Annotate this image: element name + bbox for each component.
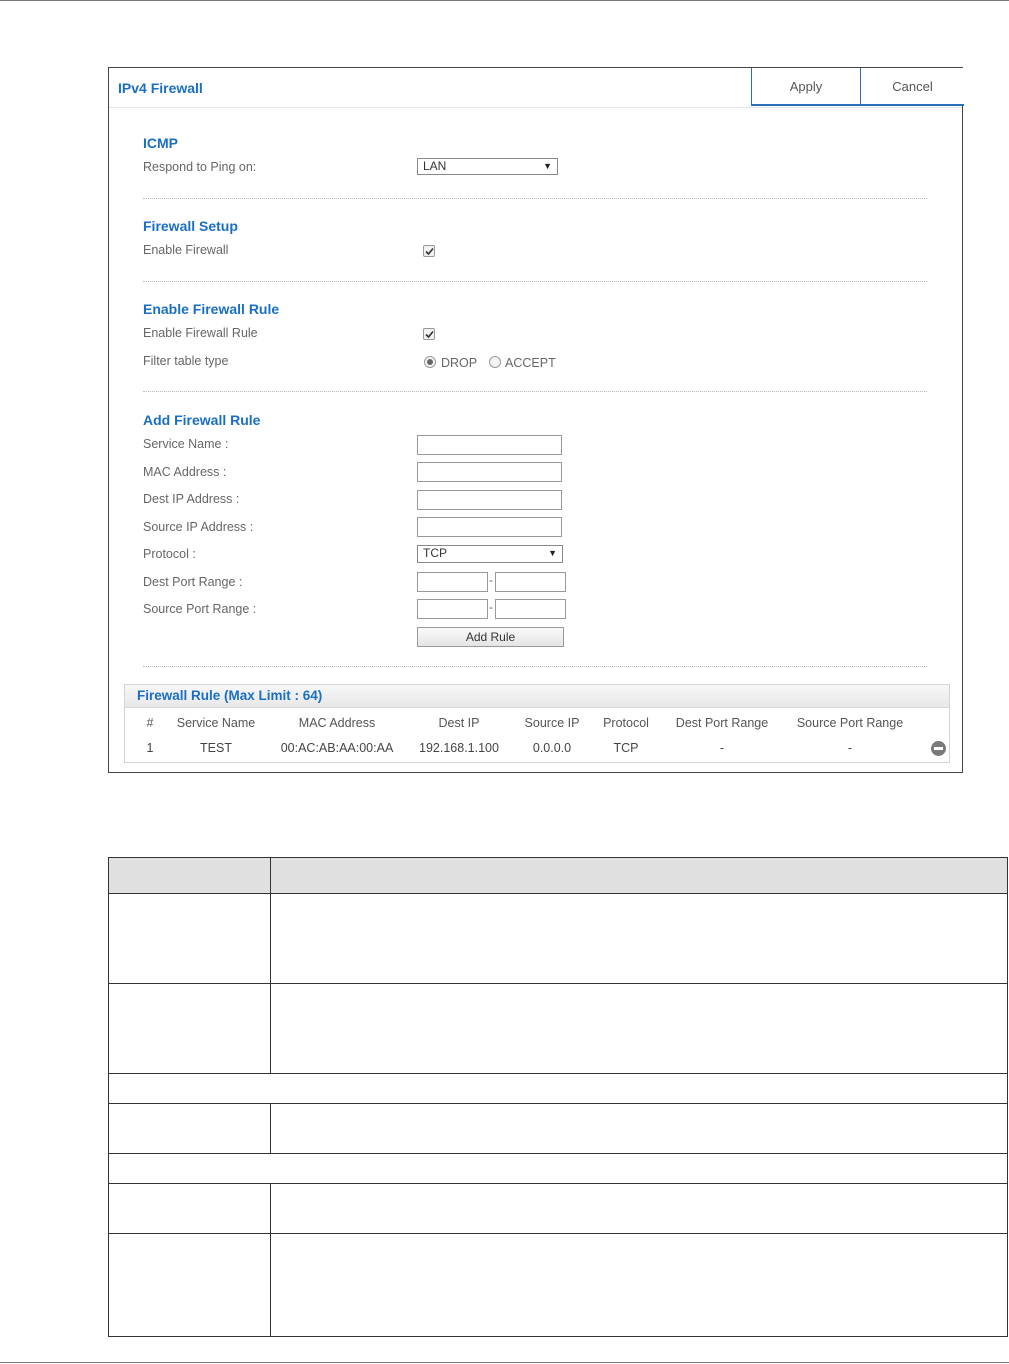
- table-row: [108, 893, 1008, 984]
- range-separator: -: [489, 600, 493, 614]
- column-header-source-ip: Source IP: [524, 716, 580, 730]
- checkmark-icon: [425, 247, 434, 256]
- column-header-source-port-range: Source Port Range: [796, 716, 904, 730]
- table-cell: [108, 1233, 271, 1337]
- enable-firewall-checkbox[interactable]: [423, 245, 435, 257]
- section-divider: [143, 198, 927, 199]
- column-header-dest-ip: Dest IP: [438, 716, 480, 730]
- icmp-heading: ICMP: [143, 135, 178, 151]
- table-cell: [270, 1103, 1008, 1154]
- remove-rule-icon[interactable]: [931, 741, 946, 756]
- cell-dest-ip: 192.168.1.100: [419, 741, 499, 755]
- add-rule-button[interactable]: Add Rule: [417, 627, 564, 647]
- field-description-table: [108, 857, 1008, 1337]
- cell-source-ip: 0.0.0.0: [532, 741, 572, 755]
- table-cell: [270, 893, 1008, 984]
- source-port-end-input[interactable]: [495, 599, 566, 619]
- table-section-row: [108, 1073, 1008, 1104]
- table-header-cell: [108, 857, 271, 894]
- header-divider: [109, 107, 962, 108]
- dest-ip-input[interactable]: [417, 490, 562, 510]
- column-header-service-name: Service Name: [176, 716, 256, 730]
- protocol-select[interactable]: TCP ▼: [417, 545, 563, 563]
- table-cell: [108, 1103, 271, 1154]
- page-top-rule: [0, 0, 1009, 1]
- table-row: [108, 983, 1008, 1074]
- dest-port-range-label: Dest Port Range :: [143, 575, 243, 589]
- source-ip-label: Source IP Address :: [143, 520, 254, 534]
- table-row: [108, 1103, 1008, 1154]
- accept-radio[interactable]: [489, 356, 501, 368]
- table-cell: [108, 1183, 271, 1234]
- table-header-cell: [270, 857, 1008, 894]
- checkmark-icon: [425, 330, 434, 339]
- enable-firewall-rule-checkbox[interactable]: [423, 328, 435, 340]
- section-divider: [143, 391, 927, 392]
- table-header-row: [108, 857, 1008, 894]
- apply-button[interactable]: Apply: [751, 68, 860, 106]
- chevron-down-icon: ▼: [548, 548, 557, 558]
- section-divider: [143, 281, 927, 282]
- service-name-label: Service Name :: [143, 437, 229, 451]
- mac-address-input[interactable]: [417, 462, 562, 482]
- table-cell: [108, 1153, 1008, 1184]
- range-separator: -: [489, 573, 493, 587]
- protocol-value: TCP: [423, 546, 447, 560]
- table-cell: [270, 983, 1008, 1074]
- enable-firewall-rule-label: Enable Firewall Rule: [143, 326, 258, 340]
- firewall-rule-table-title: Firewall Rule (Max Limit : 64): [137, 688, 323, 703]
- cell-dest-port-range: -: [719, 741, 725, 755]
- source-port-start-input[interactable]: [417, 599, 488, 619]
- mac-address-label: MAC Address :: [143, 465, 227, 479]
- firewall-rule-table-header: Firewall Rule (Max Limit : 64): [125, 685, 949, 708]
- dest-ip-label: Dest IP Address :: [143, 492, 240, 506]
- drop-radio-label: DROP: [441, 356, 478, 370]
- respond-to-ping-label: Respond to Ping on:: [143, 160, 257, 174]
- table-cell: [108, 893, 271, 984]
- drop-radio[interactable]: [424, 356, 436, 368]
- cell-protocol: TCP: [613, 741, 639, 755]
- cell-mac-address: 00:AC:AB:AA:00:AA: [280, 741, 394, 755]
- page-bottom-rule: [0, 1362, 1009, 1363]
- dest-port-start-input[interactable]: [417, 572, 488, 592]
- protocol-label: Protocol :: [143, 547, 196, 561]
- table-cell: [270, 1183, 1008, 1234]
- filter-table-type-label: Filter table type: [143, 354, 229, 368]
- cell-index: 1: [146, 741, 154, 755]
- source-port-range-label: Source Port Range :: [143, 602, 257, 616]
- panel-title: IPv4 Firewall: [118, 80, 203, 96]
- ipv4-firewall-panel: IPv4 Firewall Apply Cancel ICMP Respond …: [108, 67, 964, 773]
- column-header-dest-port-range: Dest Port Range: [675, 716, 769, 730]
- table-section-row: [108, 1153, 1008, 1184]
- table-cell: [270, 1233, 1008, 1337]
- enable-firewall-label: Enable Firewall: [143, 243, 229, 257]
- dest-port-end-input[interactable]: [495, 572, 566, 592]
- table-cell: [108, 983, 271, 1074]
- respond-to-ping-value: LAN: [423, 159, 447, 173]
- service-name-input[interactable]: [417, 435, 562, 455]
- column-header-protocol: Protocol: [603, 716, 649, 730]
- cell-service-name: TEST: [200, 741, 232, 755]
- cancel-button[interactable]: Cancel: [860, 68, 964, 106]
- add-firewall-rule-heading: Add Firewall Rule: [143, 412, 261, 428]
- accept-radio-label: ACCEPT: [505, 356, 556, 370]
- table-cell: [108, 1073, 1008, 1104]
- section-divider: [143, 666, 927, 667]
- respond-to-ping-select[interactable]: LAN ▼: [417, 158, 558, 175]
- firewall-setup-heading: Firewall Setup: [143, 218, 238, 234]
- table-row: [108, 1233, 1008, 1337]
- source-ip-input[interactable]: [417, 517, 562, 537]
- cell-source-port-range: -: [847, 741, 853, 755]
- enable-firewall-rule-heading: Enable Firewall Rule: [143, 301, 280, 317]
- column-header-index: #: [146, 716, 154, 730]
- column-header-mac-address: MAC Address: [298, 716, 376, 730]
- table-row: [108, 1183, 1008, 1234]
- chevron-down-icon: ▼: [543, 161, 552, 171]
- firewall-rule-table: Firewall Rule (Max Limit : 64) # Service…: [124, 684, 950, 763]
